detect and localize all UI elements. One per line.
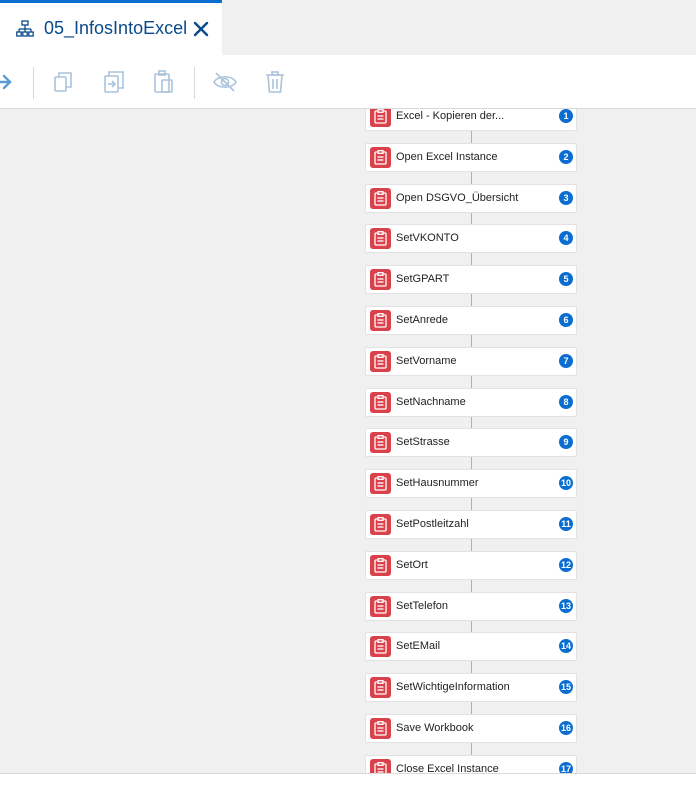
- workflow-step[interactable]: SetWichtigeInformation 15: [365, 673, 577, 702]
- clipboard-icon: [370, 351, 391, 372]
- workflow-step[interactable]: SetOrt 12: [365, 551, 577, 580]
- step-label: SetGPART: [396, 273, 450, 285]
- step-number-badge: 5: [559, 272, 573, 286]
- clipboard-icon: [370, 514, 391, 535]
- tab-title: 05_InfosIntoExcel: [44, 18, 188, 38]
- workflow-step[interactable]: SetTelefon 13: [365, 592, 577, 621]
- workflow-step[interactable]: SetAnrede 6: [365, 306, 577, 335]
- clipboard-icon: [370, 677, 391, 698]
- workflow-step[interactable]: Excel - Kopieren der... 1: [365, 109, 577, 131]
- step-label: Open DSGVO_Übersicht: [396, 192, 519, 204]
- step-number-badge: 10: [559, 476, 573, 490]
- step-label: SetTelefon: [396, 600, 448, 612]
- step-number-badge: 6: [559, 313, 573, 327]
- step-number-badge: 13: [559, 599, 573, 613]
- step-label: Open Excel Instance: [396, 151, 498, 163]
- paste-icon[interactable]: [151, 69, 177, 95]
- clipboard-icon: [370, 188, 391, 209]
- step-label: Excel - Kopieren der...: [396, 110, 505, 122]
- workflow-step[interactable]: Close Excel Instance 17: [365, 755, 577, 773]
- step-number-badge: 14: [559, 639, 573, 653]
- clipboard-icon: [370, 759, 391, 773]
- step-number-badge: 2: [559, 150, 573, 164]
- step-number-badge: 4: [559, 231, 573, 245]
- workflow-step[interactable]: SetPostleitzahl 11: [365, 510, 577, 539]
- clipboard-icon: [370, 228, 391, 249]
- step-label: SetEMail: [396, 640, 441, 652]
- step-number-badge: 16: [559, 721, 573, 735]
- delete-icon[interactable]: [262, 69, 288, 95]
- step-number-badge: 9: [559, 435, 573, 449]
- step-label: SetPostleitzahl: [396, 518, 469, 530]
- step-label: Close Excel Instance: [396, 763, 499, 773]
- status-bar: [0, 773, 696, 793]
- step-number-badge: 3: [559, 191, 573, 205]
- step-number-badge: 8: [559, 395, 573, 409]
- workflow-step[interactable]: Open Excel Instance 2: [365, 143, 577, 172]
- workflow-step[interactable]: SetHausnummer 10: [365, 469, 577, 498]
- workflow-step[interactable]: SetNachname 8: [365, 388, 577, 417]
- export-icon[interactable]: [101, 69, 127, 95]
- clipboard-icon: [370, 392, 391, 413]
- clipboard-icon: [370, 269, 391, 290]
- step-label: SetHausnummer: [396, 477, 479, 489]
- tab-05-infosintoexcel[interactable]: 05_InfosIntoExcel: [0, 0, 222, 55]
- workflow-step[interactable]: SetGPART 5: [365, 265, 577, 294]
- clipboard-icon: [370, 636, 391, 657]
- step-number-badge: 1: [559, 109, 573, 123]
- step-label: SetStrasse: [396, 436, 450, 448]
- step-label: SetAnrede: [396, 314, 448, 326]
- workflow-canvas[interactable]: Excel - Kopieren der... 1 Open Excel Insta…: [0, 109, 696, 773]
- toolbar: [0, 55, 696, 109]
- step-label: SetNachname: [396, 396, 466, 408]
- step-label: SetVKONTO: [396, 232, 459, 244]
- step-number-badge: 15: [559, 680, 573, 694]
- forward-arrow-icon[interactable]: [0, 69, 18, 95]
- close-icon[interactable]: [191, 19, 211, 39]
- step-label: SetVorname: [396, 355, 457, 367]
- clipboard-icon: [370, 109, 391, 127]
- copy-icon[interactable]: [50, 69, 76, 95]
- step-label: SetOrt: [396, 559, 428, 571]
- step-label: Save Workbook: [396, 722, 474, 734]
- workflow-step[interactable]: Open DSGVO_Übersicht 3: [365, 184, 577, 213]
- workflow-step[interactable]: SetStrasse 9: [365, 428, 577, 457]
- step-number-badge: 12: [559, 558, 573, 572]
- workflow-step[interactable]: Save Workbook 16: [365, 714, 577, 743]
- clipboard-icon: [370, 432, 391, 453]
- clipboard-icon: [370, 718, 391, 739]
- tab-bar: 05_InfosIntoExcel: [0, 0, 696, 55]
- clipboard-icon: [370, 555, 391, 576]
- hide-icon[interactable]: [212, 69, 238, 95]
- workflow-step[interactable]: SetVorname 7: [365, 347, 577, 376]
- clipboard-icon: [370, 473, 391, 494]
- step-number-badge: 17: [559, 762, 573, 773]
- step-label: SetWichtigeInformation: [396, 681, 510, 693]
- workflow-step[interactable]: SetVKONTO 4: [365, 224, 577, 253]
- workflow-step[interactable]: SetEMail 14: [365, 632, 577, 661]
- step-number-badge: 7: [559, 354, 573, 368]
- step-number-badge: 11: [559, 517, 573, 531]
- clipboard-icon: [370, 596, 391, 617]
- clipboard-icon: [370, 147, 391, 168]
- clipboard-icon: [370, 310, 391, 331]
- toolbar-separator: [194, 67, 195, 99]
- workflow-icon: [16, 20, 34, 38]
- toolbar-separator: [33, 67, 34, 99]
